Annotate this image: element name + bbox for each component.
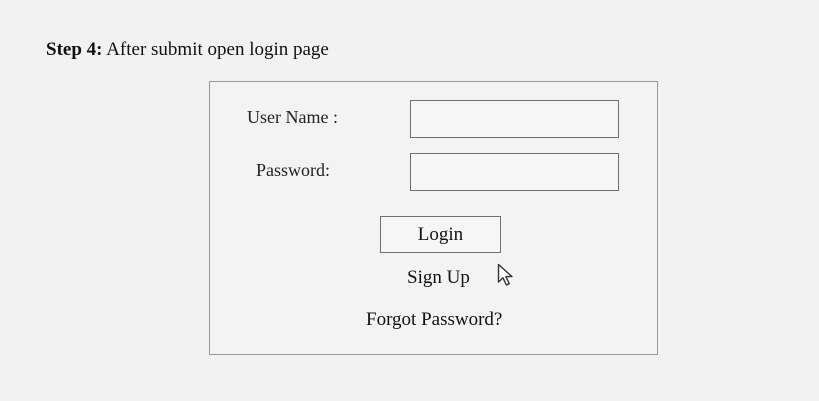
- password-label: Password:: [256, 160, 331, 180]
- username-label: User Name :: [247, 107, 338, 127]
- login-button[interactable]: Login: [380, 216, 501, 253]
- forgot-password-link[interactable]: Forgot Password?: [366, 308, 502, 332]
- step-heading: Step 4: After submit open login page: [46, 38, 329, 62]
- login-panel: User Name : Password: Login Sign Up Forg…: [209, 81, 658, 355]
- password-input[interactable]: [410, 153, 619, 191]
- step-label: Step 4:: [46, 39, 103, 60]
- signup-link[interactable]: Sign Up: [407, 266, 470, 290]
- step-text: After submit open login page: [106, 39, 329, 60]
- mouse-pointer-icon: [497, 263, 513, 286]
- username-input[interactable]: [410, 100, 619, 138]
